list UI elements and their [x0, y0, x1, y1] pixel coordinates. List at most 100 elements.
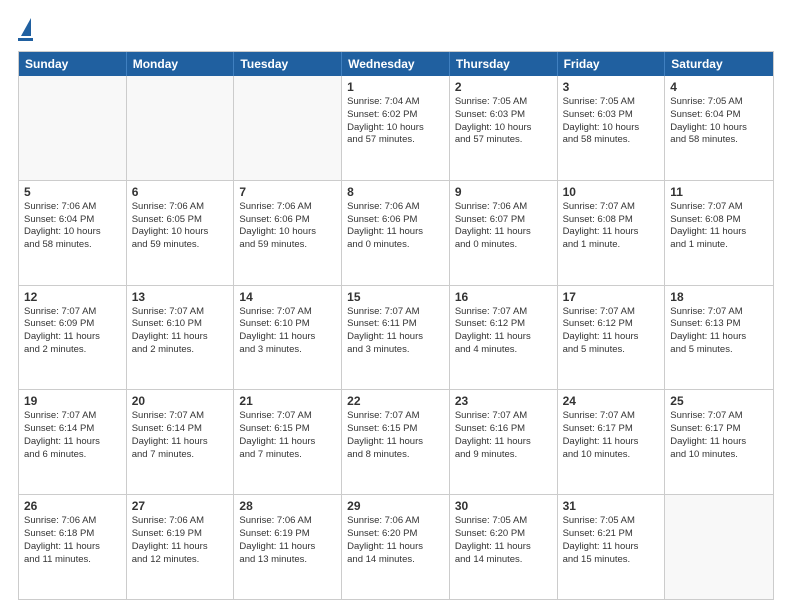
day-info-text: Sunrise: 7:07 AM Sunset: 6:10 PM Dayligh…	[132, 306, 229, 357]
calendar-cell-day-25: 25 Sunrise: 7:07 AM Sunset: 6:17 PM Dayli…	[665, 390, 773, 494]
day-number: 5	[24, 185, 121, 199]
calendar-cell-day-8: 8Sunrise: 7:06 AM Sunset: 6:06 PM Daylig…	[342, 181, 450, 285]
day-info-text: Sunrise: 7:05 AM Sunset: 6:03 PM Dayligh…	[455, 96, 552, 147]
calendar-header: SundayMondayTuesdayWednesdayThursdayFrid…	[19, 52, 773, 76]
day-number: 10	[563, 185, 660, 199]
calendar-cell-day-4: 4 Sunrise: 7:05 AM Sunset: 6:04 PM Daylig…	[665, 76, 773, 180]
calendar-cell-day-7: 7 Sunrise: 7:06 AM Sunset: 6:06 PM Daylig…	[234, 181, 342, 285]
day-info-text: Sunrise: 7:06 AM Sunset: 6:18 PM Dayligh…	[24, 515, 121, 566]
calendar-cell-day-26: 26 Sunrise: 7:06 AM Sunset: 6:18 PM Dayli…	[19, 495, 127, 599]
day-info-text: Sunrise: 7:05 AM Sunset: 6:20 PM Dayligh…	[455, 515, 552, 566]
day-info-text: Sunrise: 7:04 AM Sunset: 6:02 PM Dayligh…	[347, 96, 444, 147]
calendar-cell-day-30: 30 Sunrise: 7:05 AM Sunset: 6:20 PM Dayli…	[450, 495, 558, 599]
calendar-cell-day-14: 14Sunrise: 7:07 AM Sunset: 6:10 PM Dayli…	[234, 286, 342, 390]
header-day-friday: Friday	[558, 52, 666, 76]
header-day-thursday: Thursday	[450, 52, 558, 76]
header-day-saturday: Saturday	[665, 52, 773, 76]
day-number: 6	[132, 185, 229, 199]
calendar-cell-day-23: 23 Sunrise: 7:07 AM Sunset: 6:16 PM Dayli…	[450, 390, 558, 494]
day-info-text: Sunrise: 7:07 AM Sunset: 6:12 PM Dayligh…	[455, 306, 552, 357]
day-info-text: Sunrise: 7:07 AM Sunset: 6:17 PM Dayligh…	[563, 410, 660, 461]
day-info-text: Sunrise: 7:07 AM Sunset: 6:14 PM Dayligh…	[132, 410, 229, 461]
day-number: 26	[24, 499, 121, 513]
day-info-text: Sunrise: 7:06 AM Sunset: 6:20 PM Dayligh…	[347, 515, 444, 566]
day-number: 3	[563, 80, 660, 94]
day-info-text: Sunrise: 7:06 AM Sunset: 6:06 PM Dayligh…	[239, 201, 336, 252]
day-number: 4	[670, 80, 768, 94]
day-info-text: Sunrise: 7:07 AM Sunset: 6:13 PM Dayligh…	[670, 306, 768, 357]
day-number: 24	[563, 394, 660, 408]
logo-arrow-icon	[21, 18, 31, 36]
day-number: 12	[24, 290, 121, 304]
calendar-cell-day-19: 19 Sunrise: 7:07 AM Sunset: 6:14 PM Dayli…	[19, 390, 127, 494]
calendar-cell-day-28: 28 Sunrise: 7:06 AM Sunset: 6:19 PM Dayli…	[234, 495, 342, 599]
calendar-cell-day-10: 10 Sunrise: 7:07 AM Sunset: 6:08 PM Dayli…	[558, 181, 666, 285]
calendar-cell-day-18: 18 Sunrise: 7:07 AM Sunset: 6:13 PM Dayli…	[665, 286, 773, 390]
day-info-text: Sunrise: 7:06 AM Sunset: 6:04 PM Dayligh…	[24, 201, 121, 252]
calendar: SundayMondayTuesdayWednesdayThursdayFrid…	[18, 51, 774, 600]
day-info-text: Sunrise: 7:05 AM Sunset: 6:04 PM Dayligh…	[670, 96, 768, 147]
day-info-text: Sunrise: 7:07 AM Sunset: 6:14 PM Dayligh…	[24, 410, 121, 461]
day-number: 15	[347, 290, 444, 304]
day-number: 2	[455, 80, 552, 94]
day-number: 31	[563, 499, 660, 513]
header-day-wednesday: Wednesday	[342, 52, 450, 76]
calendar-cell-day-16: 16 Sunrise: 7:07 AM Sunset: 6:12 PM Dayli…	[450, 286, 558, 390]
calendar-cell-day-2: 2 Sunrise: 7:05 AM Sunset: 6:03 PM Daylig…	[450, 76, 558, 180]
calendar-cell-day-31: 31Sunrise: 7:05 AM Sunset: 6:21 PM Dayli…	[558, 495, 666, 599]
calendar-cell-day-5: 5 Sunrise: 7:06 AM Sunset: 6:04 PM Daylig…	[19, 181, 127, 285]
day-number: 14	[239, 290, 336, 304]
calendar-row-4: 19 Sunrise: 7:07 AM Sunset: 6:14 PM Dayli…	[19, 389, 773, 494]
day-info-text: Sunrise: 7:06 AM Sunset: 6:19 PM Dayligh…	[132, 515, 229, 566]
day-info-text: Sunrise: 7:07 AM Sunset: 6:08 PM Dayligh…	[563, 201, 660, 252]
calendar-cell-day-24: 24 Sunrise: 7:07 AM Sunset: 6:17 PM Dayli…	[558, 390, 666, 494]
day-info-text: Sunrise: 7:07 AM Sunset: 6:17 PM Dayligh…	[670, 410, 768, 461]
day-number: 21	[239, 394, 336, 408]
calendar-row-5: 26 Sunrise: 7:06 AM Sunset: 6:18 PM Dayli…	[19, 494, 773, 599]
day-number: 16	[455, 290, 552, 304]
day-info-text: Sunrise: 7:07 AM Sunset: 6:15 PM Dayligh…	[239, 410, 336, 461]
day-info-text: Sunrise: 7:06 AM Sunset: 6:05 PM Dayligh…	[132, 201, 229, 252]
day-info-text: Sunrise: 7:05 AM Sunset: 6:03 PM Dayligh…	[563, 96, 660, 147]
calendar-cell-day-27: 27Sunrise: 7:06 AM Sunset: 6:19 PM Dayli…	[127, 495, 235, 599]
page: SundayMondayTuesdayWednesdayThursdayFrid…	[0, 0, 792, 612]
logo	[18, 18, 33, 41]
calendar-cell-empty	[19, 76, 127, 180]
day-number: 25	[670, 394, 768, 408]
day-number: 11	[670, 185, 768, 199]
day-info-text: Sunrise: 7:07 AM Sunset: 6:15 PM Dayligh…	[347, 410, 444, 461]
calendar-row-3: 12 Sunrise: 7:07 AM Sunset: 6:09 PM Dayli…	[19, 285, 773, 390]
calendar-cell-day-3: 3 Sunrise: 7:05 AM Sunset: 6:03 PM Daylig…	[558, 76, 666, 180]
day-info-text: Sunrise: 7:06 AM Sunset: 6:19 PM Dayligh…	[239, 515, 336, 566]
header-day-monday: Monday	[127, 52, 235, 76]
calendar-cell-day-21: 21 Sunrise: 7:07 AM Sunset: 6:15 PM Dayli…	[234, 390, 342, 494]
header	[18, 18, 774, 41]
day-number: 7	[239, 185, 336, 199]
calendar-cell-day-29: 29 Sunrise: 7:06 AM Sunset: 6:20 PM Dayli…	[342, 495, 450, 599]
calendar-cell-day-17: 17 Sunrise: 7:07 AM Sunset: 6:12 PM Dayli…	[558, 286, 666, 390]
day-number: 18	[670, 290, 768, 304]
calendar-cell-day-1: 1Sunrise: 7:04 AM Sunset: 6:02 PM Daylig…	[342, 76, 450, 180]
header-day-tuesday: Tuesday	[234, 52, 342, 76]
day-info-text: Sunrise: 7:07 AM Sunset: 6:11 PM Dayligh…	[347, 306, 444, 357]
calendar-cell-empty	[127, 76, 235, 180]
day-number: 17	[563, 290, 660, 304]
calendar-cell-day-13: 13 Sunrise: 7:07 AM Sunset: 6:10 PM Dayli…	[127, 286, 235, 390]
calendar-cell-day-20: 20Sunrise: 7:07 AM Sunset: 6:14 PM Dayli…	[127, 390, 235, 494]
calendar-cell-empty	[665, 495, 773, 599]
day-number: 19	[24, 394, 121, 408]
day-number: 30	[455, 499, 552, 513]
day-info-text: Sunrise: 7:07 AM Sunset: 6:09 PM Dayligh…	[24, 306, 121, 357]
day-info-text: Sunrise: 7:07 AM Sunset: 6:12 PM Dayligh…	[563, 306, 660, 357]
day-number: 9	[455, 185, 552, 199]
calendar-cell-day-9: 9 Sunrise: 7:06 AM Sunset: 6:07 PM Daylig…	[450, 181, 558, 285]
day-number: 13	[132, 290, 229, 304]
day-info-text: Sunrise: 7:07 AM Sunset: 6:16 PM Dayligh…	[455, 410, 552, 461]
header-day-sunday: Sunday	[19, 52, 127, 76]
day-number: 23	[455, 394, 552, 408]
day-info-text: Sunrise: 7:06 AM Sunset: 6:07 PM Dayligh…	[455, 201, 552, 252]
day-number: 29	[347, 499, 444, 513]
calendar-cell-day-11: 11Sunrise: 7:07 AM Sunset: 6:08 PM Dayli…	[665, 181, 773, 285]
day-number: 28	[239, 499, 336, 513]
calendar-cell-empty	[234, 76, 342, 180]
